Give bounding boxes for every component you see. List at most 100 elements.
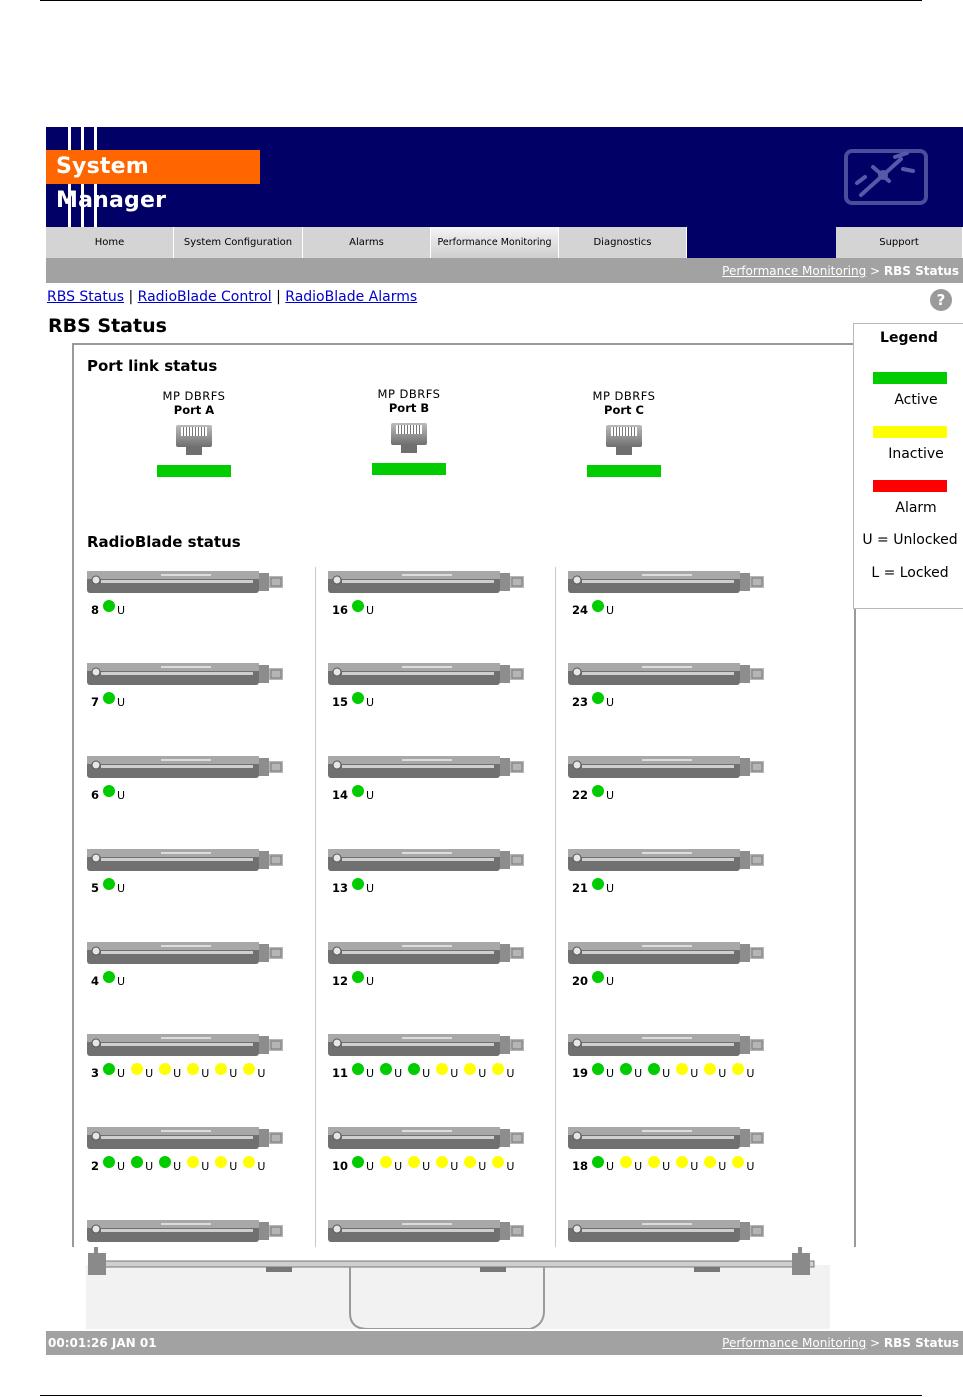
tab-performance-monitoring[interactable]: Performance Monitoring — [431, 227, 559, 258]
lock-state: U — [257, 1066, 266, 1080]
chassis-base-graphic — [86, 1247, 830, 1329]
radioblade-10[interactable]: 10 U U U U U U — [328, 1123, 528, 1173]
radioblade-15[interactable]: 15 U — [328, 659, 528, 709]
legend-swatch-alarm — [873, 480, 947, 492]
radioblade-2[interactable]: 2 U U U U U U — [87, 1123, 287, 1173]
tab-alarms[interactable]: Alarms — [303, 227, 431, 258]
radioblade-status-row: 18 U U U U U U — [572, 1156, 760, 1174]
radioblade-12[interactable]: 12 U — [328, 938, 528, 988]
lock-state: U — [506, 1159, 515, 1173]
status-dot-inactive — [243, 1156, 256, 1168]
radioblade-number: 14 — [332, 788, 349, 802]
lock-state: U — [478, 1159, 487, 1173]
breadcrumb: Performance Monitoring > RBS Status — [722, 264, 959, 278]
radioblade-number: 6 — [91, 788, 100, 802]
status-dot-active — [352, 1063, 365, 1075]
tab-home[interactable]: Home — [46, 227, 174, 258]
link-rbs-status[interactable]: RBS Status — [47, 289, 124, 305]
app-logo: System Manager — [46, 150, 260, 213]
radioblade-5[interactable]: 5U — [87, 845, 287, 895]
lock-state: U — [366, 788, 375, 802]
tab-label: Performance Monitoring — [437, 237, 552, 248]
link-radioblade-alarms[interactable]: RadioBlade Alarms — [285, 289, 417, 305]
tab-label: Alarms — [349, 237, 384, 248]
nav-spacer — [687, 227, 836, 258]
lock-state: U — [366, 1066, 375, 1080]
status-dot-active — [592, 878, 605, 890]
help-icon[interactable]: ? — [930, 289, 952, 311]
radioblade-8[interactable]: 8U — [87, 567, 287, 617]
radioblade-14[interactable]: 14 U — [328, 752, 528, 802]
radioblade-3[interactable]: 3 U U U U U U — [87, 1030, 287, 1080]
status-dot-active — [159, 1156, 172, 1168]
lock-state: U — [606, 695, 615, 709]
status-dot-active — [592, 971, 605, 983]
status-dot-active — [103, 971, 116, 983]
status-dot-inactive — [732, 1156, 745, 1168]
subnav-links: RBS Status | RadioBlade Control | RadioB… — [47, 289, 417, 305]
lock-state: U — [746, 1066, 755, 1080]
radioblade-20[interactable]: 20 U — [568, 938, 768, 988]
legend-swatch-inactive — [873, 426, 947, 438]
radioblade-6[interactable]: 6U — [87, 752, 287, 802]
tab-support[interactable]: Support — [836, 227, 963, 258]
rbs-status-panel: Port link status MP DBRFS Port A MP DBRF… — [72, 343, 856, 1247]
status-dot-active — [131, 1156, 144, 1168]
radioblade-status-row: 22 U — [572, 785, 620, 803]
radioblade-slot[interactable] — [568, 1216, 768, 1246]
radioblade-number: 12 — [332, 974, 349, 988]
tab-label: Support — [879, 237, 919, 248]
lock-state: U — [690, 1159, 699, 1173]
radioblade-card-graphic — [328, 849, 524, 871]
breadcrumb-link-performance-monitoring[interactable]: Performance Monitoring — [722, 264, 866, 278]
radioblade-number: 15 — [332, 695, 349, 709]
radioblade-11[interactable]: 11 U U U U U U — [328, 1030, 528, 1080]
status-dot-active — [592, 785, 605, 797]
radioblade-19[interactable]: 19 U U U U U U — [568, 1030, 768, 1080]
radioblade-card-graphic — [328, 1127, 524, 1149]
radioblade-number: 5 — [91, 881, 100, 895]
tab-label: Home — [94, 237, 125, 248]
radioblade-16[interactable]: 16 U — [328, 567, 528, 617]
lock-state: U — [366, 695, 375, 709]
radioblade-4[interactable]: 4U — [87, 938, 287, 988]
lock-state: U — [366, 974, 375, 988]
lock-state: U — [366, 881, 375, 895]
lock-state: U — [366, 1159, 375, 1173]
tab-diagnostics[interactable]: Diagnostics — [559, 227, 687, 258]
link-radioblade-control[interactable]: RadioBlade Control — [138, 289, 272, 305]
radioblade-slot[interactable] — [87, 1216, 287, 1246]
legend-label-alarm: Alarm — [895, 500, 937, 516]
status-dot-active — [408, 1063, 421, 1075]
radioblade-number: 21 — [572, 881, 589, 895]
lock-state: U — [606, 974, 615, 988]
radioblade-status-row: 23 U — [572, 692, 620, 710]
radioblade-24[interactable]: 24 U — [568, 567, 768, 617]
tab-system-configuration[interactable]: System Configuration — [174, 227, 303, 258]
lock-state: U — [606, 1159, 615, 1173]
radioblade-23[interactable]: 23 U — [568, 659, 768, 709]
status-dot-inactive — [215, 1156, 228, 1168]
lock-state: U — [117, 603, 126, 617]
radioblade-status-row: 3 U U U U U U — [91, 1063, 271, 1081]
radioblade-number: 22 — [572, 788, 589, 802]
radioblade-21[interactable]: 21 U — [568, 845, 768, 895]
lock-state: U — [117, 974, 126, 988]
top-rule — [40, 0, 922, 1]
radioblade-22[interactable]: 22 U — [568, 752, 768, 802]
radioblade-7[interactable]: 7U — [87, 659, 287, 709]
status-breadcrumb: Performance Monitoring > RBS Status — [722, 1336, 959, 1350]
radioblade-slot[interactable] — [328, 1216, 528, 1246]
lock-state: U — [117, 1159, 126, 1173]
radioblade-18[interactable]: 18 U U U U U U — [568, 1123, 768, 1173]
lock-state: U — [606, 881, 615, 895]
breadcrumb-separator: > — [866, 264, 884, 278]
bottom-rule — [40, 1395, 922, 1396]
radioblade-status-row: 24 U — [572, 600, 620, 618]
radioblade-card-graphic — [328, 1220, 524, 1242]
radioblade-status-row: 8U — [91, 600, 131, 618]
status-dot-inactive — [620, 1156, 633, 1168]
breadcrumb-link-performance-monitoring[interactable]: Performance Monitoring — [722, 1336, 866, 1350]
status-dot-inactive — [704, 1156, 717, 1168]
radioblade-13[interactable]: 13 U — [328, 845, 528, 895]
